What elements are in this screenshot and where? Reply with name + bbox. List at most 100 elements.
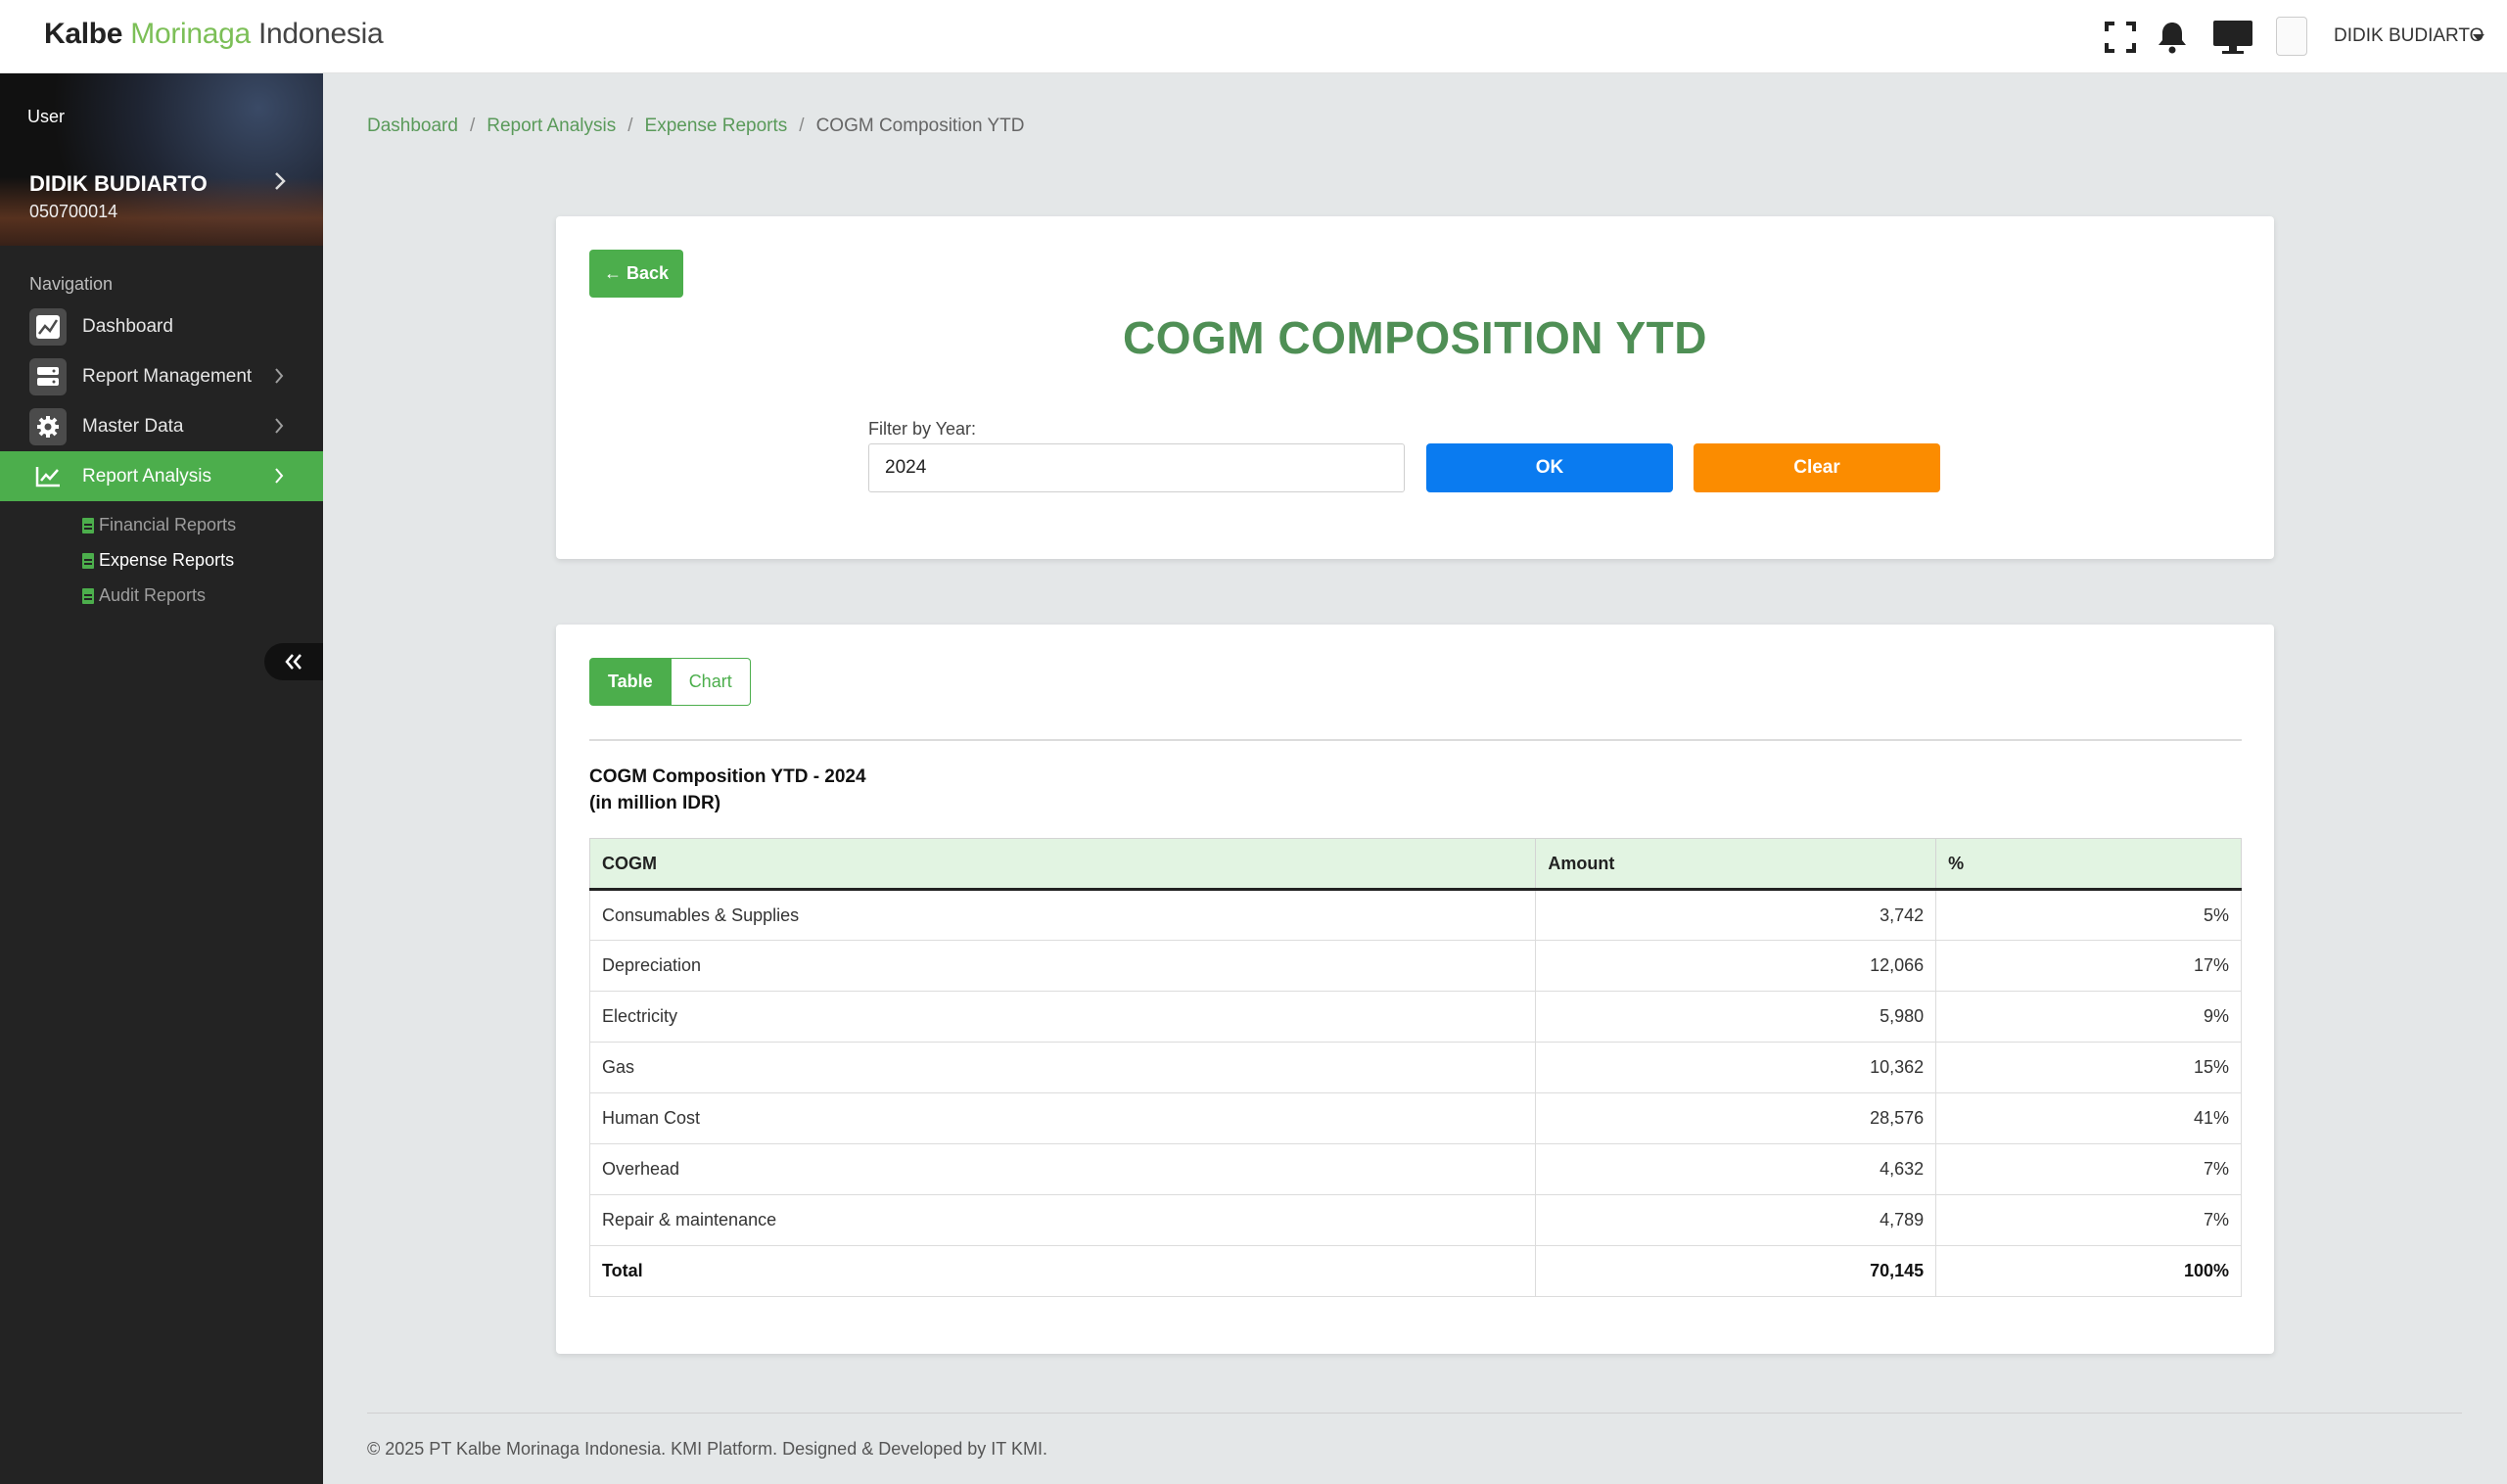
tab-chart[interactable]: Chart: [671, 658, 751, 706]
cell-amount: 4,789: [1535, 1194, 1937, 1246]
cell-cogm: Gas: [588, 1042, 1537, 1093]
chevron-right-icon: [274, 367, 284, 390]
breadcrumb-separator: /: [469, 116, 476, 136]
view-tabs: Table Chart: [589, 658, 751, 706]
top-header: Kalbe Morinaga Indonesia DIDIK BUDIARTO: [0, 0, 2507, 73]
cell-cogm: Consumables & Supplies: [588, 889, 1537, 941]
table-row: Repair & maintenance 4,789 7%: [588, 1194, 2242, 1246]
cell-percent: 5%: [1935, 889, 2242, 941]
cell-percent: 17%: [1935, 940, 2242, 992]
double-chevron-left-icon: [285, 654, 302, 670]
table-row: Consumables & Supplies 3,742 5%: [588, 889, 2242, 941]
cell-total-amount: 70,145: [1535, 1245, 1937, 1297]
back-button[interactable]: ← Back: [589, 250, 683, 298]
cell-cogm: Human Cost: [588, 1092, 1537, 1144]
cell-percent: 9%: [1935, 991, 2242, 1043]
cell-amount: 12,066: [1535, 940, 1937, 992]
breadcrumb-current: COGM Composition YTD: [815, 116, 1025, 136]
chevron-right-icon[interactable]: [274, 171, 286, 196]
cell-cogm: Depreciation: [588, 940, 1537, 992]
breadcrumb-separator: /: [627, 116, 633, 136]
cell-cogm: Repair & maintenance: [588, 1194, 1537, 1246]
cell-cogm: Overhead: [588, 1143, 1537, 1195]
sidebar-item-label: Master Data: [82, 416, 184, 437]
footer-text: © 2025 PT Kalbe Morinaga Indonesia. KMI …: [367, 1439, 1047, 1459]
sidebar-item-report-management[interactable]: Report Management: [0, 351, 323, 401]
chart-icon: [29, 308, 67, 346]
monitor-icon[interactable]: [2211, 18, 2254, 57]
gear-icon: [29, 408, 67, 445]
breadcrumb-report-analysis[interactable]: Report Analysis: [487, 116, 616, 137]
clear-button[interactable]: Clear: [1694, 443, 1940, 492]
column-header-amount[interactable]: Amount: [1535, 838, 1937, 891]
cell-total-percent: 100%: [1935, 1245, 2242, 1297]
sidebar-item-report-analysis[interactable]: Report Analysis: [0, 451, 323, 501]
column-header-percent[interactable]: %: [1935, 838, 2242, 891]
profile-id: 050700014: [29, 202, 118, 221]
profile-image: User: [27, 107, 66, 126]
cell-total-label: Total: [588, 1245, 1537, 1297]
cell-amount: 10,362: [1535, 1042, 1937, 1093]
file-icon: [82, 552, 94, 569]
divider: [589, 739, 2242, 741]
ok-button[interactable]: OK: [1426, 443, 1673, 492]
table-row: Overhead 4,632 7%: [588, 1143, 2242, 1195]
cell-percent: 41%: [1935, 1092, 2242, 1144]
sidebar-subitem-label: Audit Reports: [99, 585, 207, 605]
file-icon: [82, 587, 94, 604]
year-input[interactable]: [868, 443, 1405, 492]
sidebar-item-label: Report Management: [82, 366, 253, 387]
table-header-row: COGM Amount %: [588, 838, 2242, 891]
profile-name: DIDIK BUDIARTO: [29, 171, 208, 196]
filter-year-label: Filter by Year:: [868, 419, 977, 439]
sidebar: User DIDIK BUDIARTO 050700014 Navigation…: [0, 73, 323, 1484]
table-row: Human Cost 28,576 41%: [588, 1092, 2242, 1144]
breadcrumb: Dashboard / Report Analysis / Expense Re…: [367, 116, 1025, 137]
table-title-line: COGM Composition YTD - 2024: [589, 766, 866, 787]
sidebar-subitem-audit-reports[interactable]: Audit Reports: [82, 585, 206, 606]
table-total-row: Total 70,145 100%: [588, 1245, 2242, 1297]
user-menu-name[interactable]: DIDIK BUDIARTO: [2334, 25, 2484, 47]
server-icon: [29, 358, 67, 395]
table-title: COGM Composition YTD - 2024 (in million …: [589, 764, 866, 816]
chevron-right-icon: [274, 467, 284, 489]
sidebar-subitem-label: Expense Reports: [99, 550, 235, 570]
bell-icon[interactable]: [2153, 18, 2192, 57]
sidebar-subitem-financial-reports[interactable]: Financial Reports: [82, 515, 236, 535]
table-row: Depreciation 12,066 17%: [588, 940, 2242, 992]
column-header-cogm[interactable]: COGM: [588, 838, 1537, 891]
sidebar-item-label: Report Analysis: [82, 466, 212, 487]
footer-divider: [367, 1413, 2462, 1414]
chevron-right-icon: [274, 417, 284, 440]
cell-amount: 5,980: [1535, 991, 1937, 1043]
tab-table[interactable]: Table: [589, 658, 672, 706]
breadcrumb-expense-reports[interactable]: Expense Reports: [645, 116, 788, 137]
table-row: Gas 10,362 15%: [588, 1042, 2242, 1093]
cell-amount: 3,742: [1535, 889, 1937, 941]
cell-percent: 7%: [1935, 1143, 2242, 1195]
sidebar-item-label: Dashboard: [82, 316, 173, 337]
cell-amount: 28,576: [1535, 1092, 1937, 1144]
cell-cogm: Electricity: [588, 991, 1537, 1043]
cell-percent: 7%: [1935, 1194, 2242, 1246]
breadcrumb-dashboard[interactable]: Dashboard: [367, 116, 458, 137]
cell-percent: 15%: [1935, 1042, 2242, 1093]
sidebar-subitem-label: Financial Reports: [99, 515, 237, 534]
table-row: Electricity 5,980 9%: [588, 991, 2242, 1043]
fullscreen-icon[interactable]: [2101, 18, 2140, 57]
nav-heading: Navigation: [29, 274, 114, 294]
avatar[interactable]: [2276, 17, 2307, 56]
profile-panel: User DIDIK BUDIARTO 050700014: [0, 73, 323, 246]
collapse-sidebar-button[interactable]: [264, 643, 323, 680]
chevron-down-icon[interactable]: [2473, 34, 2484, 41]
breadcrumb-separator: /: [799, 116, 805, 136]
brand-logo[interactable]: Kalbe Morinaga Indonesia: [44, 18, 384, 51]
table-subtitle-line: (in million IDR): [589, 793, 721, 813]
sidebar-item-dashboard[interactable]: Dashboard: [0, 301, 323, 351]
file-icon: [82, 517, 94, 533]
cell-amount: 4,632: [1535, 1143, 1937, 1195]
cogm-table: COGM Amount % Consumables & Supplies 3,7…: [588, 838, 2242, 1297]
sidebar-subitem-expense-reports[interactable]: Expense Reports: [82, 550, 234, 571]
sidebar-item-master-data[interactable]: Master Data: [0, 401, 323, 451]
filter-card: ← Back COGM COMPOSITION YTD Filter by Ye…: [556, 216, 2274, 559]
